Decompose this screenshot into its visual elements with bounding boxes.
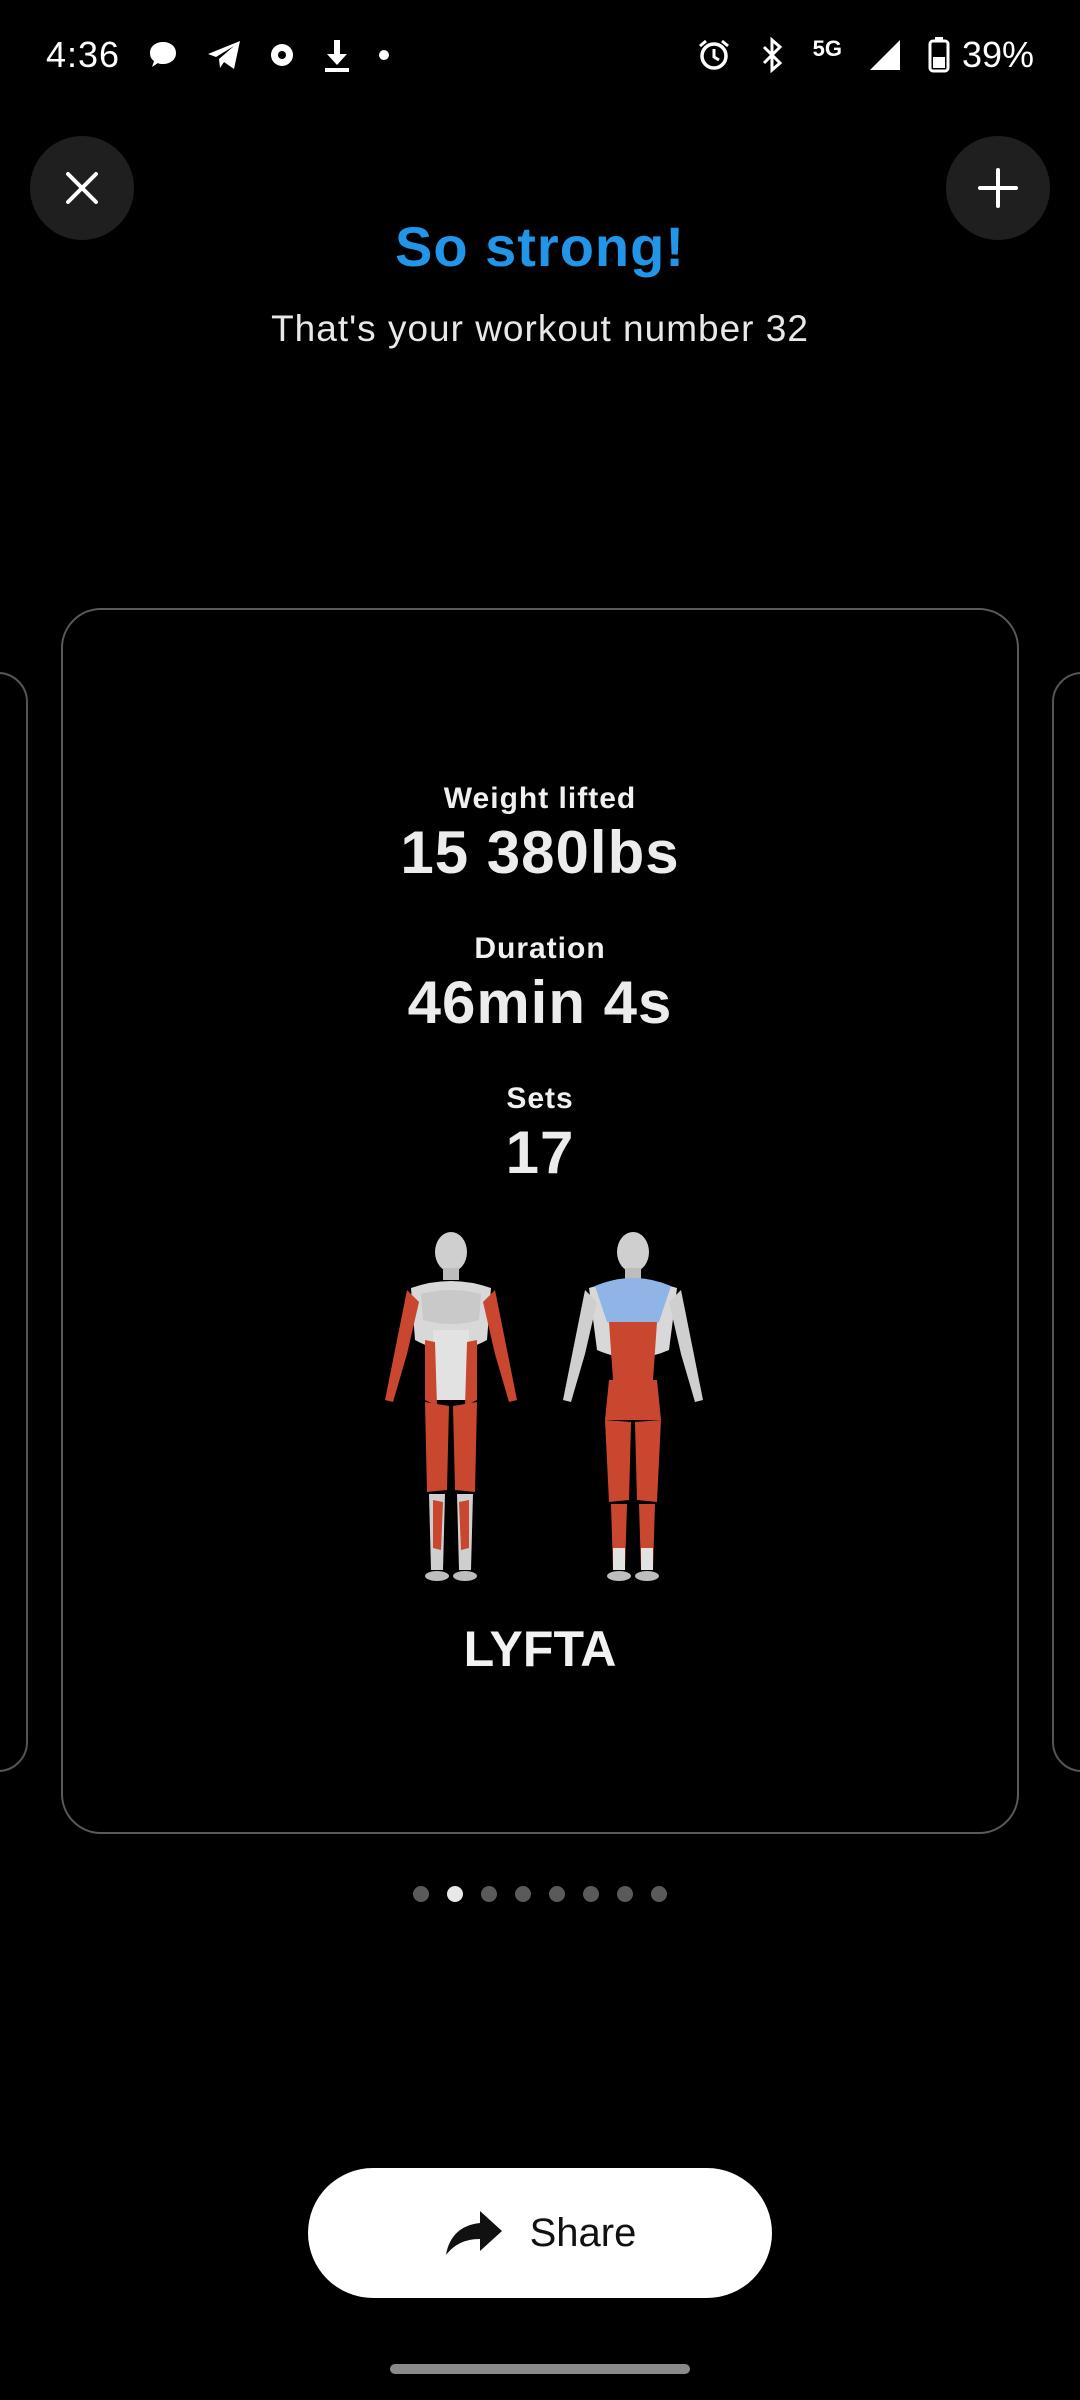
- page-dot-active[interactable]: [447, 1886, 463, 1902]
- chat-bubble-icon: [146, 38, 180, 72]
- telegram-icon: [206, 38, 242, 72]
- close-icon: [66, 172, 98, 204]
- weight-lifted-value: 15 380lbs: [400, 819, 680, 886]
- brand-logo-text: LYFTA: [463, 1621, 617, 1677]
- battery-percent: 39%: [961, 34, 1034, 75]
- weight-lifted-stat: Weight lifted 15 380lbs: [63, 782, 1017, 887]
- muscle-map-image: [385, 1232, 703, 1581]
- settings-gear-icon: [268, 41, 296, 69]
- bluetooth-icon: [757, 37, 787, 73]
- sets-label: Sets: [506, 1082, 574, 1115]
- status-left: 4:36: [46, 34, 390, 76]
- share-arrow-icon: [445, 2211, 502, 2255]
- sets-value: 17: [505, 1119, 575, 1186]
- sets-stat: Sets 17: [63, 1082, 1017, 1187]
- back-body-figure: [563, 1232, 703, 1581]
- duration-value: 46min 4s: [407, 969, 673, 1036]
- workout-summary-card: Weight lifted 15 380lbs Duration 46min 4…: [61, 608, 1019, 1834]
- next-card-peek[interactable]: [1052, 672, 1080, 1772]
- download-icon: [322, 38, 352, 72]
- page-dot[interactable]: [617, 1886, 633, 1902]
- signal-icon: [868, 38, 902, 72]
- previous-card-peek[interactable]: [0, 672, 28, 1772]
- carousel-page-indicator: [0, 1886, 1080, 1902]
- status-right: 5G 39%: [697, 34, 1034, 76]
- dot-icon: [378, 49, 390, 61]
- battery-icon: [928, 37, 950, 73]
- page-dot[interactable]: [413, 1886, 429, 1902]
- status-bar: 4:36 5G 39%: [0, 0, 1080, 110]
- weight-lifted-label: Weight lifted: [443, 782, 637, 815]
- plus-icon: [978, 168, 1018, 208]
- page-dot[interactable]: [651, 1886, 667, 1902]
- duration-stat: Duration 46min 4s: [63, 932, 1017, 1037]
- share-button[interactable]: Share: [308, 2168, 772, 2298]
- page-dot[interactable]: [481, 1886, 497, 1902]
- page-dot[interactable]: [549, 1886, 565, 1902]
- status-time: 4:36: [46, 34, 121, 75]
- workout-summary-screen: 4:36 5G 39% So strong! That's your worko…: [0, 0, 1080, 2400]
- duration-label: Duration: [474, 932, 606, 965]
- page-title: So strong!: [395, 215, 685, 278]
- alarm-icon: [697, 38, 731, 72]
- front-body-figure: [385, 1232, 517, 1581]
- page-dot[interactable]: [583, 1886, 599, 1902]
- network-type: 5G: [812, 36, 842, 61]
- workout-count-subtitle: That's your workout number 32: [271, 308, 809, 349]
- page-dot[interactable]: [515, 1886, 531, 1902]
- home-indicator[interactable]: [390, 2364, 690, 2374]
- share-button-label: Share: [529, 2210, 637, 2255]
